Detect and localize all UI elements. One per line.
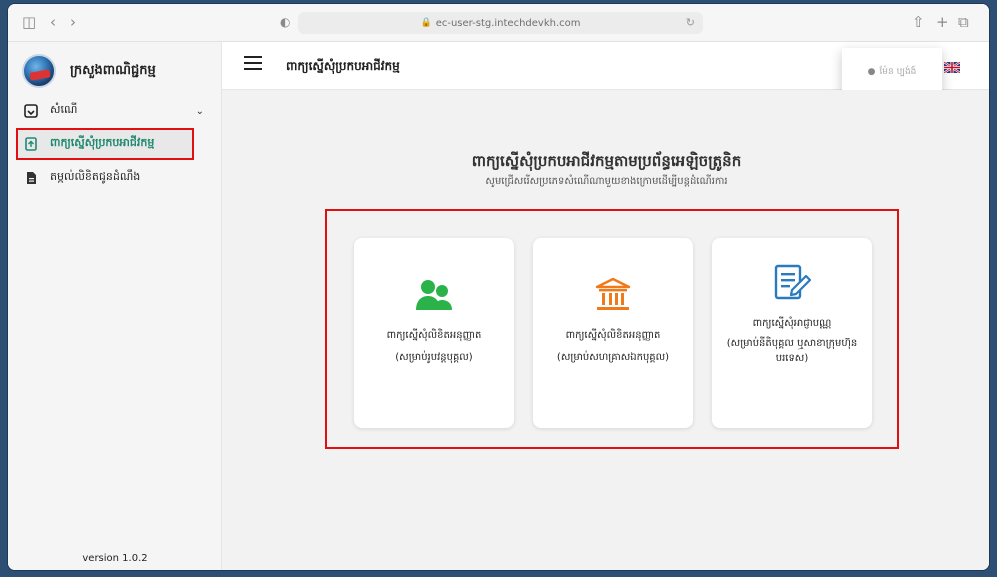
- people-icon: [416, 280, 452, 310]
- main-subheading: សូមជ្រើសរើសប្រភេទសំណើណាមួយខាងក្រោមដើម្បី…: [485, 176, 728, 187]
- card-title: ពាក្យស្នើសុំអាជ្ញាបណ្ណ: [752, 318, 832, 329]
- sidebar-item-label: តម្កល់លិខិតជូនដំណឹង: [50, 170, 141, 183]
- edit-document-icon: [774, 264, 812, 300]
- card-sole-proprietorship-license[interactable]: ពាក្យស្នើសុំលិខិតអនុញ្ញាត (សម្រាប់សហគ្រា…: [533, 238, 693, 428]
- main-heading: ពាក្យស្នើសុំប្រកបអាជីវកម្មតាមប្រព័ន្ធអេឡ…: [471, 152, 742, 170]
- uk-flag-icon[interactable]: [944, 62, 960, 73]
- sidebar-item-requests[interactable]: សំណើ ⌄: [18, 97, 210, 125]
- menu-icon[interactable]: [244, 56, 262, 70]
- page-title: ពាក្យស្នើសុំប្រកបអាជីវកម្ម: [286, 59, 400, 73]
- back-icon[interactable]: ‹: [50, 13, 56, 31]
- url-text: ec-user-stg.intechdevkh.com: [435, 17, 581, 29]
- card-title: ពាក្យស្នើសុំលិខិតអនុញ្ញាត: [386, 330, 482, 341]
- forward-icon[interactable]: ›: [70, 13, 76, 31]
- privacy-shield-icon[interactable]: ◐: [280, 13, 290, 31]
- browser-toolbar: ◫ ‹ › ◐ 🔒 ec-user-stg.intechdevkh.com ↻ …: [8, 4, 989, 42]
- brand-name: ក្រសួងពាណិជ្ជកម្ម: [70, 62, 156, 78]
- sidebar-item-label: សំណើ: [50, 103, 78, 116]
- card-subtitle: (សម្រាប់រូបវន្តបុគ្គល): [395, 352, 473, 363]
- document-icon: [27, 172, 36, 184]
- browser-window: ◫ ‹ › ◐ 🔒 ec-user-stg.intechdevkh.com ↻ …: [7, 3, 990, 571]
- card-title: ពាក្យស្នើសុំលិខិតអនុញ្ញាត: [565, 330, 661, 341]
- card-company-license[interactable]: ពាក្យស្នើសុំអាជ្ញាបណ្ណ (សម្រាប់នីតិបុគ្គ…: [712, 238, 872, 428]
- share-icon[interactable]: ⇧: [912, 13, 925, 31]
- card-individual-license[interactable]: ពាក្យស្នើសុំលិខិតអនុញ្ញាត (សម្រាប់រូបវន្…: [354, 238, 514, 428]
- inbox-icon: [24, 104, 38, 118]
- new-tab-icon[interactable]: +: [936, 13, 949, 31]
- chevron-down-icon[interactable]: ⌄: [196, 106, 204, 117]
- reload-icon[interactable]: ↻: [686, 16, 695, 29]
- tabs-overview-icon[interactable]: ⧉: [958, 13, 969, 31]
- upload-file-icon: [25, 137, 37, 151]
- sidebar-item-business-application[interactable]: ពាក្យស្នើសុំប្រកបអាជីវកម្ម: [16, 128, 194, 160]
- brand[interactable]: ក្រសួងពាណិជ្ជកម្ម: [22, 50, 156, 92]
- sidebar-item-notification-letter[interactable]: តម្កល់លិខិតជូនដំណឹង: [18, 164, 210, 192]
- app-version: version 1.0.2: [82, 553, 148, 564]
- bank-icon: [595, 277, 631, 310]
- user-icon: ●: [867, 67, 876, 77]
- lock-icon: 🔒: [420, 18, 432, 28]
- user-name: ម៉ែន ប្បង់ង៍: [879, 66, 917, 77]
- sidebar-toggle-icon[interactable]: ◫: [22, 13, 36, 31]
- request-type-options: ពាក្យស្នើសុំលិខិតអនុញ្ញាត (សម្រាប់រូបវន្…: [325, 209, 899, 449]
- user-menu[interactable]: ● ម៉ែន ប្បង់ង៍: [842, 48, 942, 96]
- card-subtitle: (សម្រាប់នីតិបុគ្គល ឬសាខាក្រុមហ៊ុនបរទេស): [726, 338, 858, 364]
- card-subtitle: (សម្រាប់សហគ្រាសឯកបុគ្គល): [556, 352, 670, 363]
- ministry-logo: [22, 54, 56, 88]
- address-bar[interactable]: 🔒 ec-user-stg.intechdevkh.com ↻: [298, 12, 703, 34]
- sidebar-item-label: ពាក្យស្នើសុំប្រកបអាជីវកម្ម: [50, 136, 155, 149]
- sidebar: ក្រសួងពាណិជ្ជកម្ម សំណើ ⌄ ពាក្យស្នើសុំប្រ…: [8, 42, 222, 570]
- app-header: ពាក្យស្នើសុំប្រកបអាជីវកម្ម ● ម៉ែន ប្បង់ង…: [222, 42, 989, 96]
- main-content: ពាក្យស្នើសុំប្រកបអាជីវកម្មតាមប្រព័ន្ធអេឡ…: [222, 90, 989, 570]
